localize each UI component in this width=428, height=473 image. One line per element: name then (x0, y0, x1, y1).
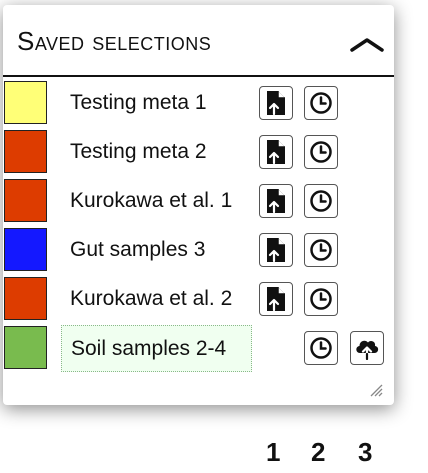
selection-label[interactable]: Kurokawa et al. 1 (70, 189, 232, 213)
history-icon (310, 288, 332, 310)
selection-row: Kurokawa et al. 2 (3, 276, 394, 322)
panel-title: Saved selections (17, 26, 212, 56)
history-icon (310, 337, 332, 359)
selection-label[interactable]: Testing meta 1 (70, 91, 207, 115)
load-icon (267, 91, 285, 116)
collapse-button[interactable] (349, 31, 385, 55)
load-selection-button[interactable] (259, 282, 293, 316)
resize-grip-icon[interactable] (369, 383, 383, 397)
selection-row: Soil samples 2-4 (3, 325, 394, 372)
load-icon (267, 238, 285, 263)
color-swatch[interactable] (4, 179, 47, 222)
panel-header: Saved selections (3, 5, 394, 77)
history-button[interactable] (304, 135, 338, 169)
selection-row: Testing meta 1 (3, 80, 394, 126)
color-swatch[interactable] (4, 81, 47, 124)
load-selection-button[interactable] (259, 86, 293, 120)
history-icon (310, 141, 332, 163)
cloud-upload-icon (356, 340, 379, 360)
selection-name-input[interactable]: Soil samples 2-4 (61, 325, 252, 372)
column-number-3: 3 (358, 437, 373, 467)
column-number-2: 2 (311, 437, 326, 467)
load-selection-button[interactable] (259, 135, 293, 169)
selection-label[interactable]: Testing meta 2 (70, 140, 207, 164)
history-button[interactable] (304, 86, 338, 120)
selection-label[interactable]: Kurokawa et al. 2 (70, 287, 232, 311)
history-icon (310, 92, 332, 114)
history-button[interactable] (304, 331, 338, 365)
load-selection-button[interactable] (259, 233, 293, 267)
history-icon (310, 239, 332, 261)
color-swatch[interactable] (4, 228, 47, 271)
color-swatch[interactable] (4, 277, 47, 320)
load-selection-button[interactable] (259, 184, 293, 218)
history-button[interactable] (304, 184, 338, 218)
history-button[interactable] (304, 282, 338, 316)
load-icon (267, 189, 285, 214)
selection-label[interactable]: Gut samples 3 (70, 238, 205, 262)
column-number-1: 1 (266, 437, 281, 467)
history-button[interactable] (304, 233, 338, 267)
selection-row: Testing meta 2 (3, 129, 394, 175)
load-icon (267, 287, 285, 312)
color-swatch[interactable] (4, 130, 47, 173)
color-swatch[interactable] (4, 326, 47, 369)
saved-selections-panel: Saved selections Testing meta 1 Testing … (3, 5, 394, 405)
upload-selection-button[interactable] (350, 331, 384, 365)
history-icon (310, 190, 332, 212)
load-icon (267, 140, 285, 165)
chevron-up-icon (350, 38, 384, 52)
selection-row: Gut samples 3 (3, 227, 394, 273)
selection-row: Kurokawa et al. 1 (3, 178, 394, 224)
